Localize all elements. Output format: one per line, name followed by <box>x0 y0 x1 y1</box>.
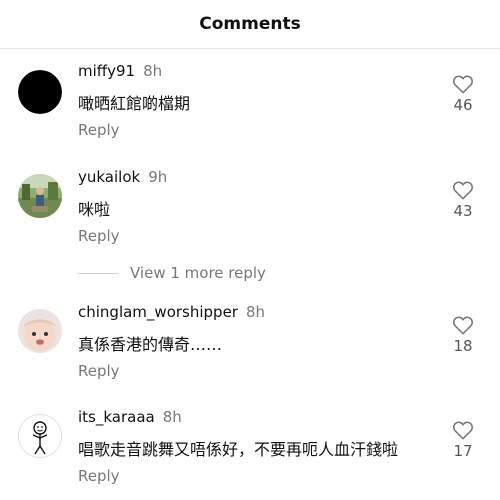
page-title: Comments <box>199 14 301 34</box>
avatar[interactable] <box>18 70 62 114</box>
comment-username[interactable]: yukailok <box>78 168 140 186</box>
view-more-replies[interactable]: View 1 more reply <box>78 263 266 283</box>
comment-username[interactable]: chinglam_worshipper <box>78 303 238 321</box>
like-control[interactable]: 17 <box>448 420 478 460</box>
comments-header: Comments <box>0 0 500 49</box>
reply-button[interactable]: Reply <box>78 121 120 139</box>
like-count: 17 <box>453 442 473 460</box>
heart-outline-icon[interactable] <box>452 74 474 94</box>
reply-button[interactable]: Reply <box>78 467 120 485</box>
heart-outline-icon[interactable] <box>452 315 474 335</box>
comment-text: 唱歌走音跳舞又唔係好，不要再呃人血汗錢啦 <box>78 440 399 459</box>
divider <box>78 272 118 274</box>
like-count: 46 <box>453 96 473 114</box>
reply-button[interactable]: Reply <box>78 362 120 380</box>
comment-time: 8h <box>143 62 163 80</box>
comment-text: 噉晒紅館啲檔期 <box>78 94 191 113</box>
comment-time: 9h <box>148 168 168 186</box>
comment-time: 8h <box>162 408 182 426</box>
like-control[interactable]: 43 <box>448 180 478 220</box>
avatar[interactable] <box>18 174 62 218</box>
heart-outline-icon[interactable] <box>452 420 474 440</box>
comment-user-line: yukailok 9h <box>78 168 167 186</box>
avatar[interactable] <box>18 414 62 458</box>
like-control[interactable]: 18 <box>448 315 478 355</box>
comment-time: 8h <box>245 303 266 321</box>
comment-text: 真係香港的傳奇…… <box>78 335 223 354</box>
avatar[interactable] <box>18 309 62 353</box>
like-count: 43 <box>453 202 473 220</box>
comment-username[interactable]: miffy91 <box>78 62 135 80</box>
reply-button[interactable]: Reply <box>78 227 120 245</box>
heart-outline-icon[interactable] <box>452 180 474 200</box>
comment-user-line: miffy91 8h <box>78 62 162 80</box>
comment-user-line: its_karaaa 8h <box>78 408 182 426</box>
view-more-replies-label[interactable]: View 1 more reply <box>130 264 266 282</box>
like-count: 18 <box>453 337 473 355</box>
comment-username[interactable]: its_karaaa <box>78 408 155 426</box>
comment-user-line: chinglam_worshipper 8h <box>78 303 265 321</box>
like-control[interactable]: 46 <box>448 74 478 114</box>
comment-text: 咪啦 <box>78 200 111 219</box>
